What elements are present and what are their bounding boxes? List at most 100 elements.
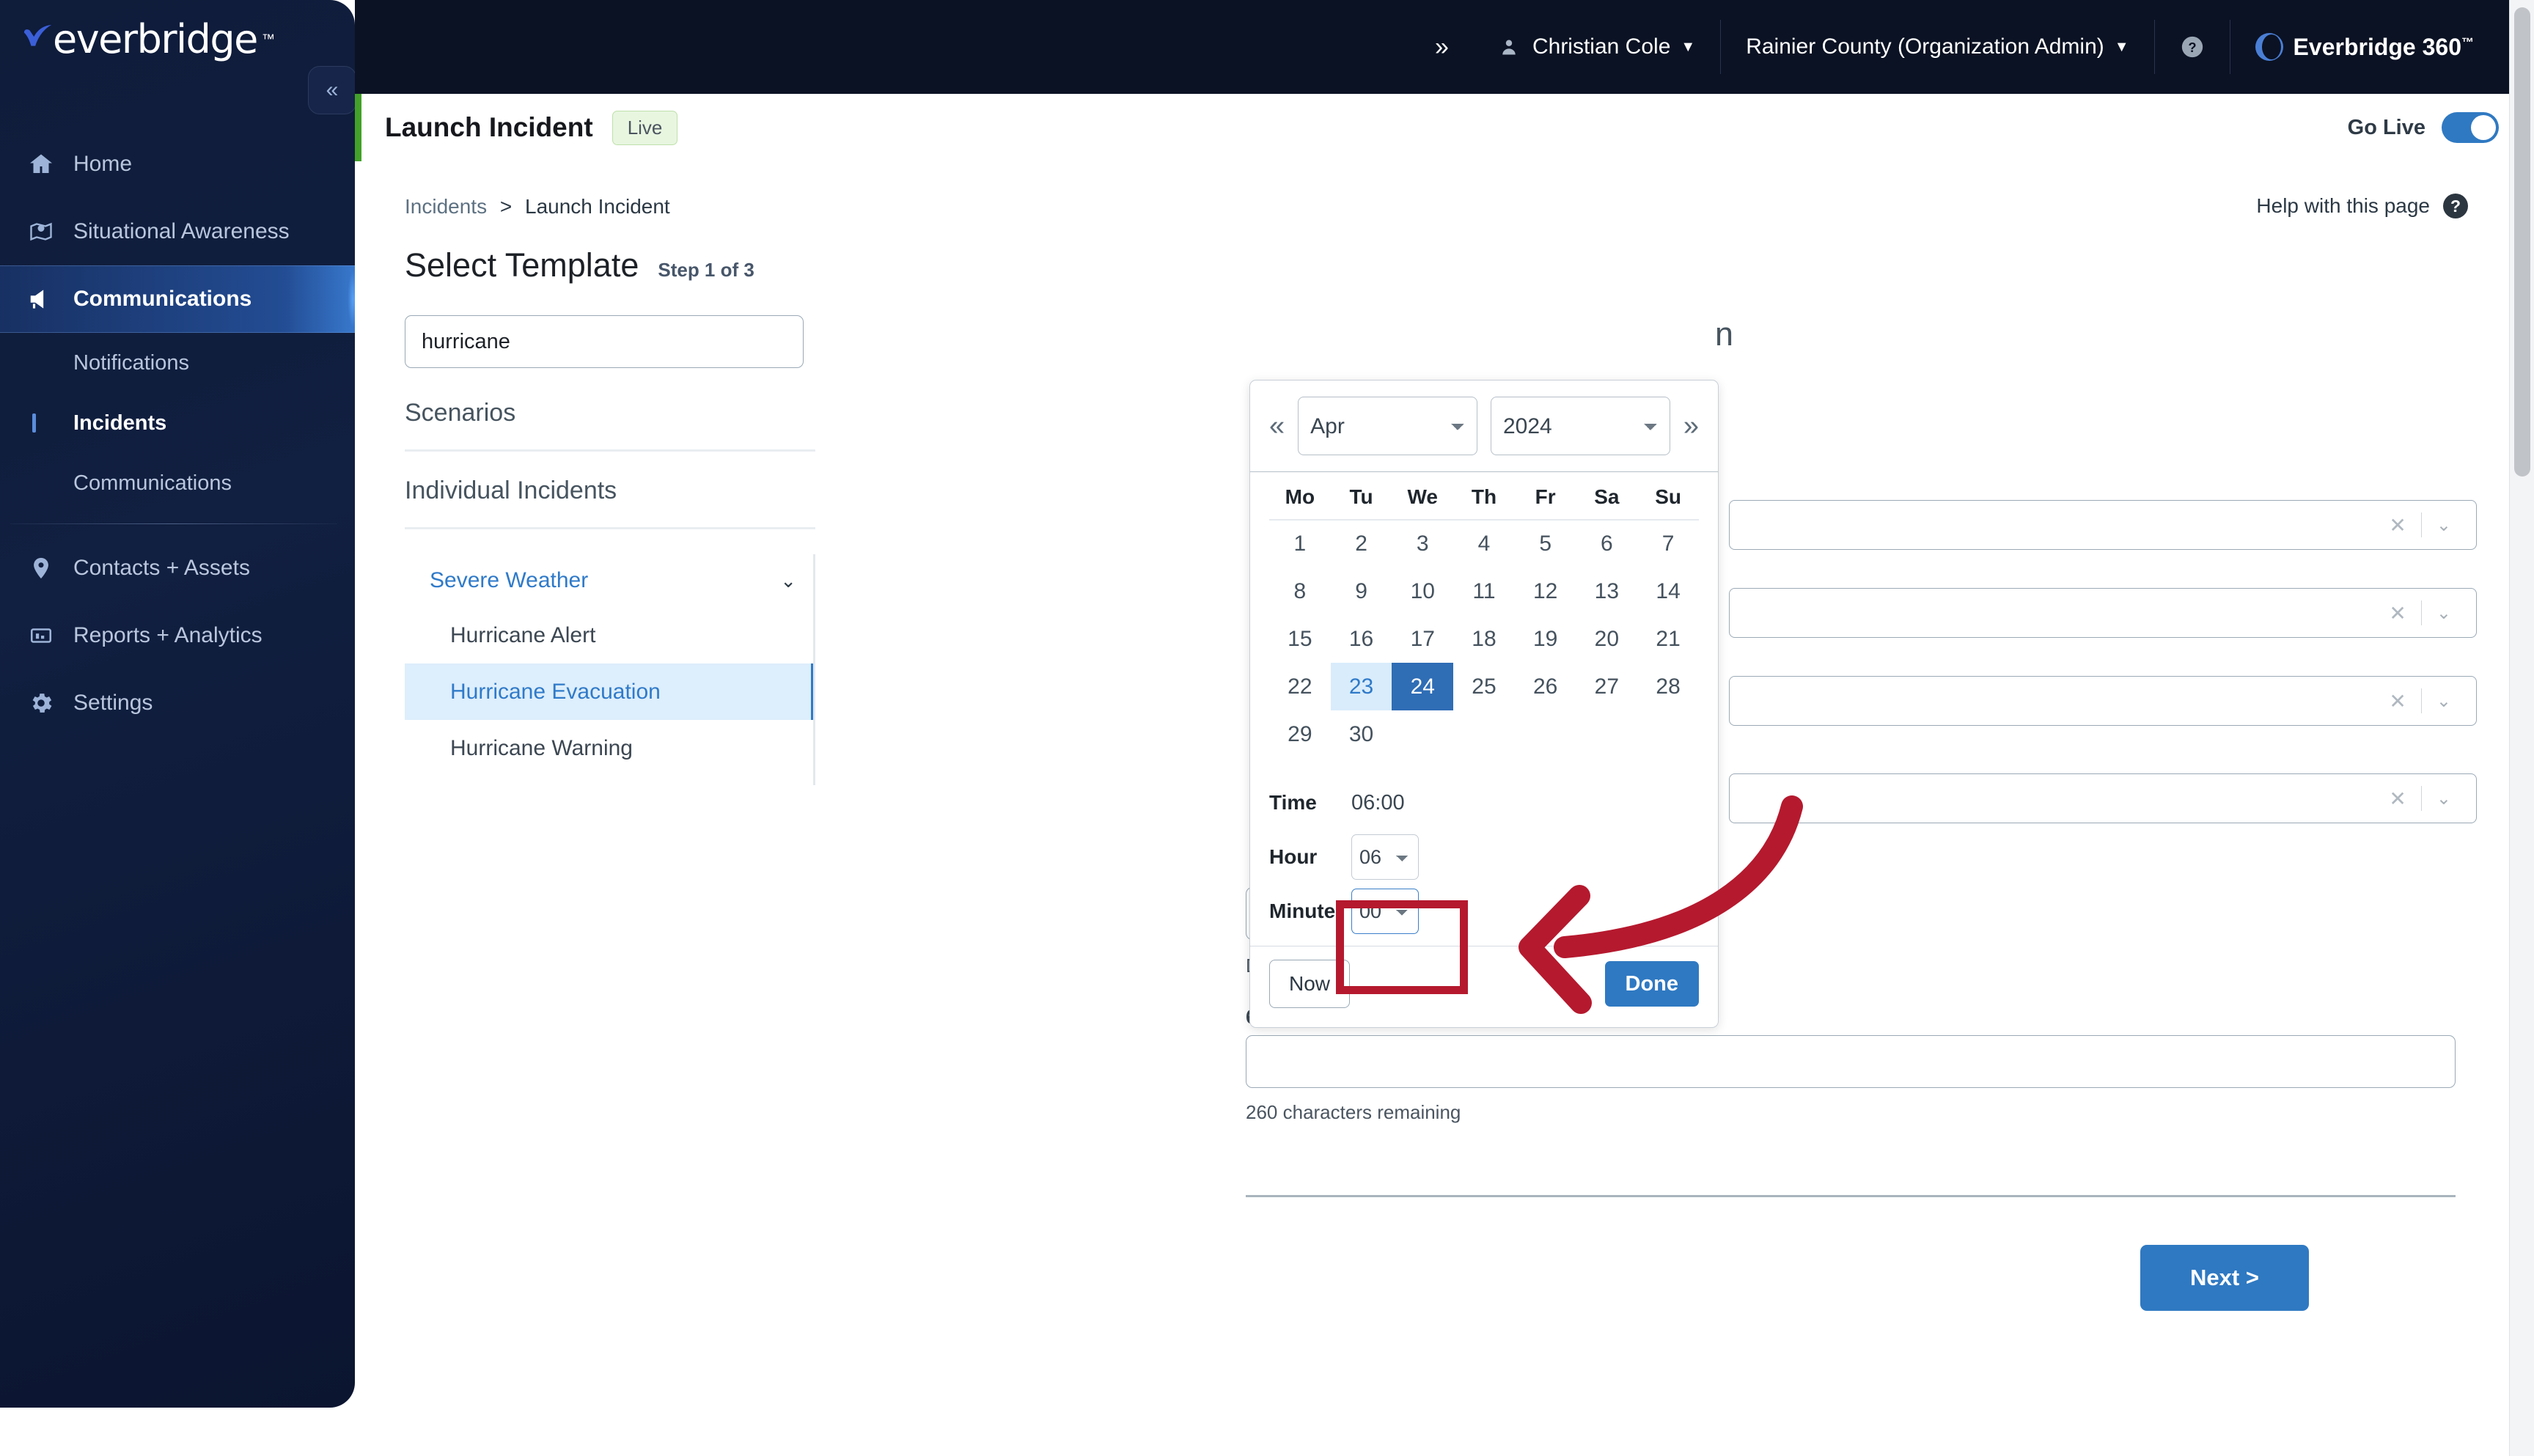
svg-text:?: ? (2188, 40, 2196, 55)
expand-menu-button[interactable]: » (1410, 20, 1474, 74)
scrollbar-thumb[interactable] (2514, 7, 2530, 477)
calendar-weekday: Tu (1349, 485, 1373, 508)
go-live-label: Go Live (2347, 115, 2425, 139)
calendar-day-3[interactable]: 3 (1392, 520, 1453, 567)
calendar-day-7[interactable]: 7 (1637, 520, 1699, 567)
prev-month-button[interactable]: « (1269, 412, 1285, 440)
everbridge-logo[interactable]: everbridge ™ (22, 16, 275, 62)
status-badge: Live (612, 110, 678, 145)
calendar-day-19[interactable]: 19 (1515, 615, 1576, 663)
help-with-this-page-link[interactable]: Help with this page ? (2256, 194, 2468, 218)
calendar-day-empty (1637, 710, 1699, 758)
sidebar-subitem-label: Incidents (73, 411, 167, 435)
form-select-row-4: ✕ ⌄ (1729, 773, 2477, 823)
calendar-day-1[interactable]: 1 (1269, 520, 1331, 567)
vertical-scrollbar[interactable] (2509, 0, 2534, 1456)
calendar-day-9[interactable]: 9 (1331, 567, 1392, 615)
now-button[interactable]: Now (1269, 960, 1351, 1008)
go-live-control: Go Live (2348, 112, 2521, 143)
sidebar-item-home[interactable]: Home (0, 130, 355, 198)
calendar-day-6[interactable]: 6 (1576, 520, 1638, 567)
calendar-day-14[interactable]: 14 (1637, 567, 1699, 615)
hour-select[interactable]: 00010203040506070809101112 (1351, 834, 1419, 880)
incident-group-severe-weather[interactable]: Severe Weather ⌄ (405, 554, 815, 607)
sidebar-item-notifications[interactable]: Notifications (0, 333, 355, 393)
chevron-double-left-icon: « (326, 78, 339, 102)
calendar-weekday: Su (1655, 485, 1681, 508)
calendar-day-24[interactable]: 24 (1392, 663, 1454, 710)
list-item[interactable]: Hurricane Alert (405, 607, 815, 663)
calendar-day-28[interactable]: 28 (1637, 663, 1699, 710)
form-select-4[interactable]: ✕ ⌄ (1729, 773, 2477, 823)
help-link-label: Help with this page (2256, 194, 2430, 217)
calendar-day-23[interactable]: 23 (1330, 663, 1392, 710)
calendar-day-10[interactable]: 10 (1392, 567, 1453, 615)
minute-select[interactable]: 00153045 (1351, 889, 1419, 934)
form-select-row-2: ✕ ⌄ (1729, 588, 2477, 638)
chevron-down-icon[interactable]: ⌄ (2422, 603, 2463, 624)
chart-bar-icon (25, 623, 57, 648)
sidebar-item-communications-sub[interactable]: Communications (0, 453, 355, 513)
calendar-day-13[interactable]: 13 (1576, 567, 1638, 615)
calendar-day-27[interactable]: 27 (1576, 663, 1638, 710)
list-item[interactable]: Hurricane Warning (405, 720, 815, 776)
calendar-weekday: We (1407, 485, 1439, 508)
topbar-help-button[interactable]: ? (2155, 20, 2230, 74)
sidebar-item-reports-analytics[interactable]: Reports + Analytics (0, 602, 355, 669)
datepicker-footer: Now Done (1250, 946, 1718, 1027)
everbridge-360-badge[interactable]: Everbridge 360™ (2230, 20, 2499, 74)
sidebar-item-incidents[interactable]: Incidents (0, 393, 355, 453)
calendar-weekday: Mo (1285, 485, 1315, 508)
year-select[interactable]: 20222023202420252026 (1491, 397, 1670, 455)
calendar-day-26[interactable]: 26 (1515, 663, 1576, 710)
x-icon[interactable]: ✕ (2374, 689, 2420, 713)
calendar-day-5[interactable]: 5 (1515, 520, 1576, 567)
calendar-day-16[interactable]: 16 (1331, 615, 1392, 663)
breadcrumb-current: Launch Incident (525, 195, 670, 218)
chevron-down-icon[interactable]: ⌄ (2422, 691, 2463, 712)
calendar-day-17[interactable]: 17 (1392, 615, 1453, 663)
calendar-day-18[interactable]: 18 (1453, 615, 1515, 663)
calendar-day-20[interactable]: 20 (1576, 615, 1638, 663)
calendar-body: 1 2 3 4 5 6 7 8 9 10 11 12 13 14 15 16 17 18 19 20 21 22 23 24 2… (1269, 520, 1699, 758)
calendar-day-15[interactable]: 15 (1269, 615, 1331, 663)
sidebar-item-settings[interactable]: Settings (0, 669, 355, 737)
next-month-button[interactable]: » (1683, 412, 1699, 440)
user-menu[interactable]: Christian Cole ▼ (1474, 20, 1720, 74)
chevron-down-icon[interactable]: ⌄ (2422, 788, 2463, 809)
form-select-3[interactable]: ✕ ⌄ (1729, 676, 2477, 726)
sidebar-collapse-button[interactable]: « (308, 66, 355, 114)
x-icon[interactable]: ✕ (2374, 513, 2420, 537)
question-mark-icon: ? (2443, 194, 2468, 218)
area-input[interactable] (1246, 1035, 2456, 1088)
calendar-day-2[interactable]: 2 (1331, 520, 1392, 567)
template-search-input[interactable] (405, 315, 804, 368)
calendar-weekday: Fr (1535, 485, 1556, 508)
org-selector[interactable]: Rainier County (Organization Admin) ▼ (1721, 20, 2153, 74)
calendar-day-21[interactable]: 21 (1637, 615, 1699, 663)
form-select-1[interactable]: ✕ ⌄ (1729, 500, 2477, 550)
form-select-2[interactable]: ✕ ⌄ (1729, 588, 2477, 638)
calendar-day-30[interactable]: 30 (1331, 710, 1392, 758)
x-icon[interactable]: ✕ (2374, 601, 2420, 625)
sidebar-item-label: Communications (73, 287, 252, 311)
x-icon[interactable]: ✕ (2374, 787, 2420, 811)
breadcrumb-incidents-link[interactable]: Incidents (405, 195, 487, 218)
calendar-day-29[interactable]: 29 (1269, 710, 1331, 758)
calendar-day-4[interactable]: 4 (1453, 520, 1515, 567)
month-select[interactable]: JanFebMarAprMayJunJulAugSepOctNovDec (1298, 397, 1477, 455)
next-button[interactable]: Next > (2140, 1245, 2309, 1311)
sidebar-item-communications[interactable]: Communications (0, 265, 355, 333)
list-item[interactable]: Hurricane Evacuation (405, 663, 815, 720)
calendar-day-22[interactable]: 22 (1269, 663, 1331, 710)
calendar-day-12[interactable]: 12 (1515, 567, 1576, 615)
calendar-day-25[interactable]: 25 (1453, 663, 1515, 710)
calendar-day-11[interactable]: 11 (1453, 567, 1515, 615)
calendar-day-8[interactable]: 8 (1269, 567, 1331, 615)
sidebar-item-contacts-assets[interactable]: Contacts + Assets (0, 534, 355, 602)
done-button[interactable]: Done (1604, 961, 1699, 1007)
page-title: Launch Incident (385, 112, 593, 142)
chevron-down-icon[interactable]: ⌄ (2422, 515, 2463, 536)
sidebar-item-situational-awareness[interactable]: Situational Awareness (0, 198, 355, 265)
go-live-toggle[interactable] (2442, 112, 2499, 143)
